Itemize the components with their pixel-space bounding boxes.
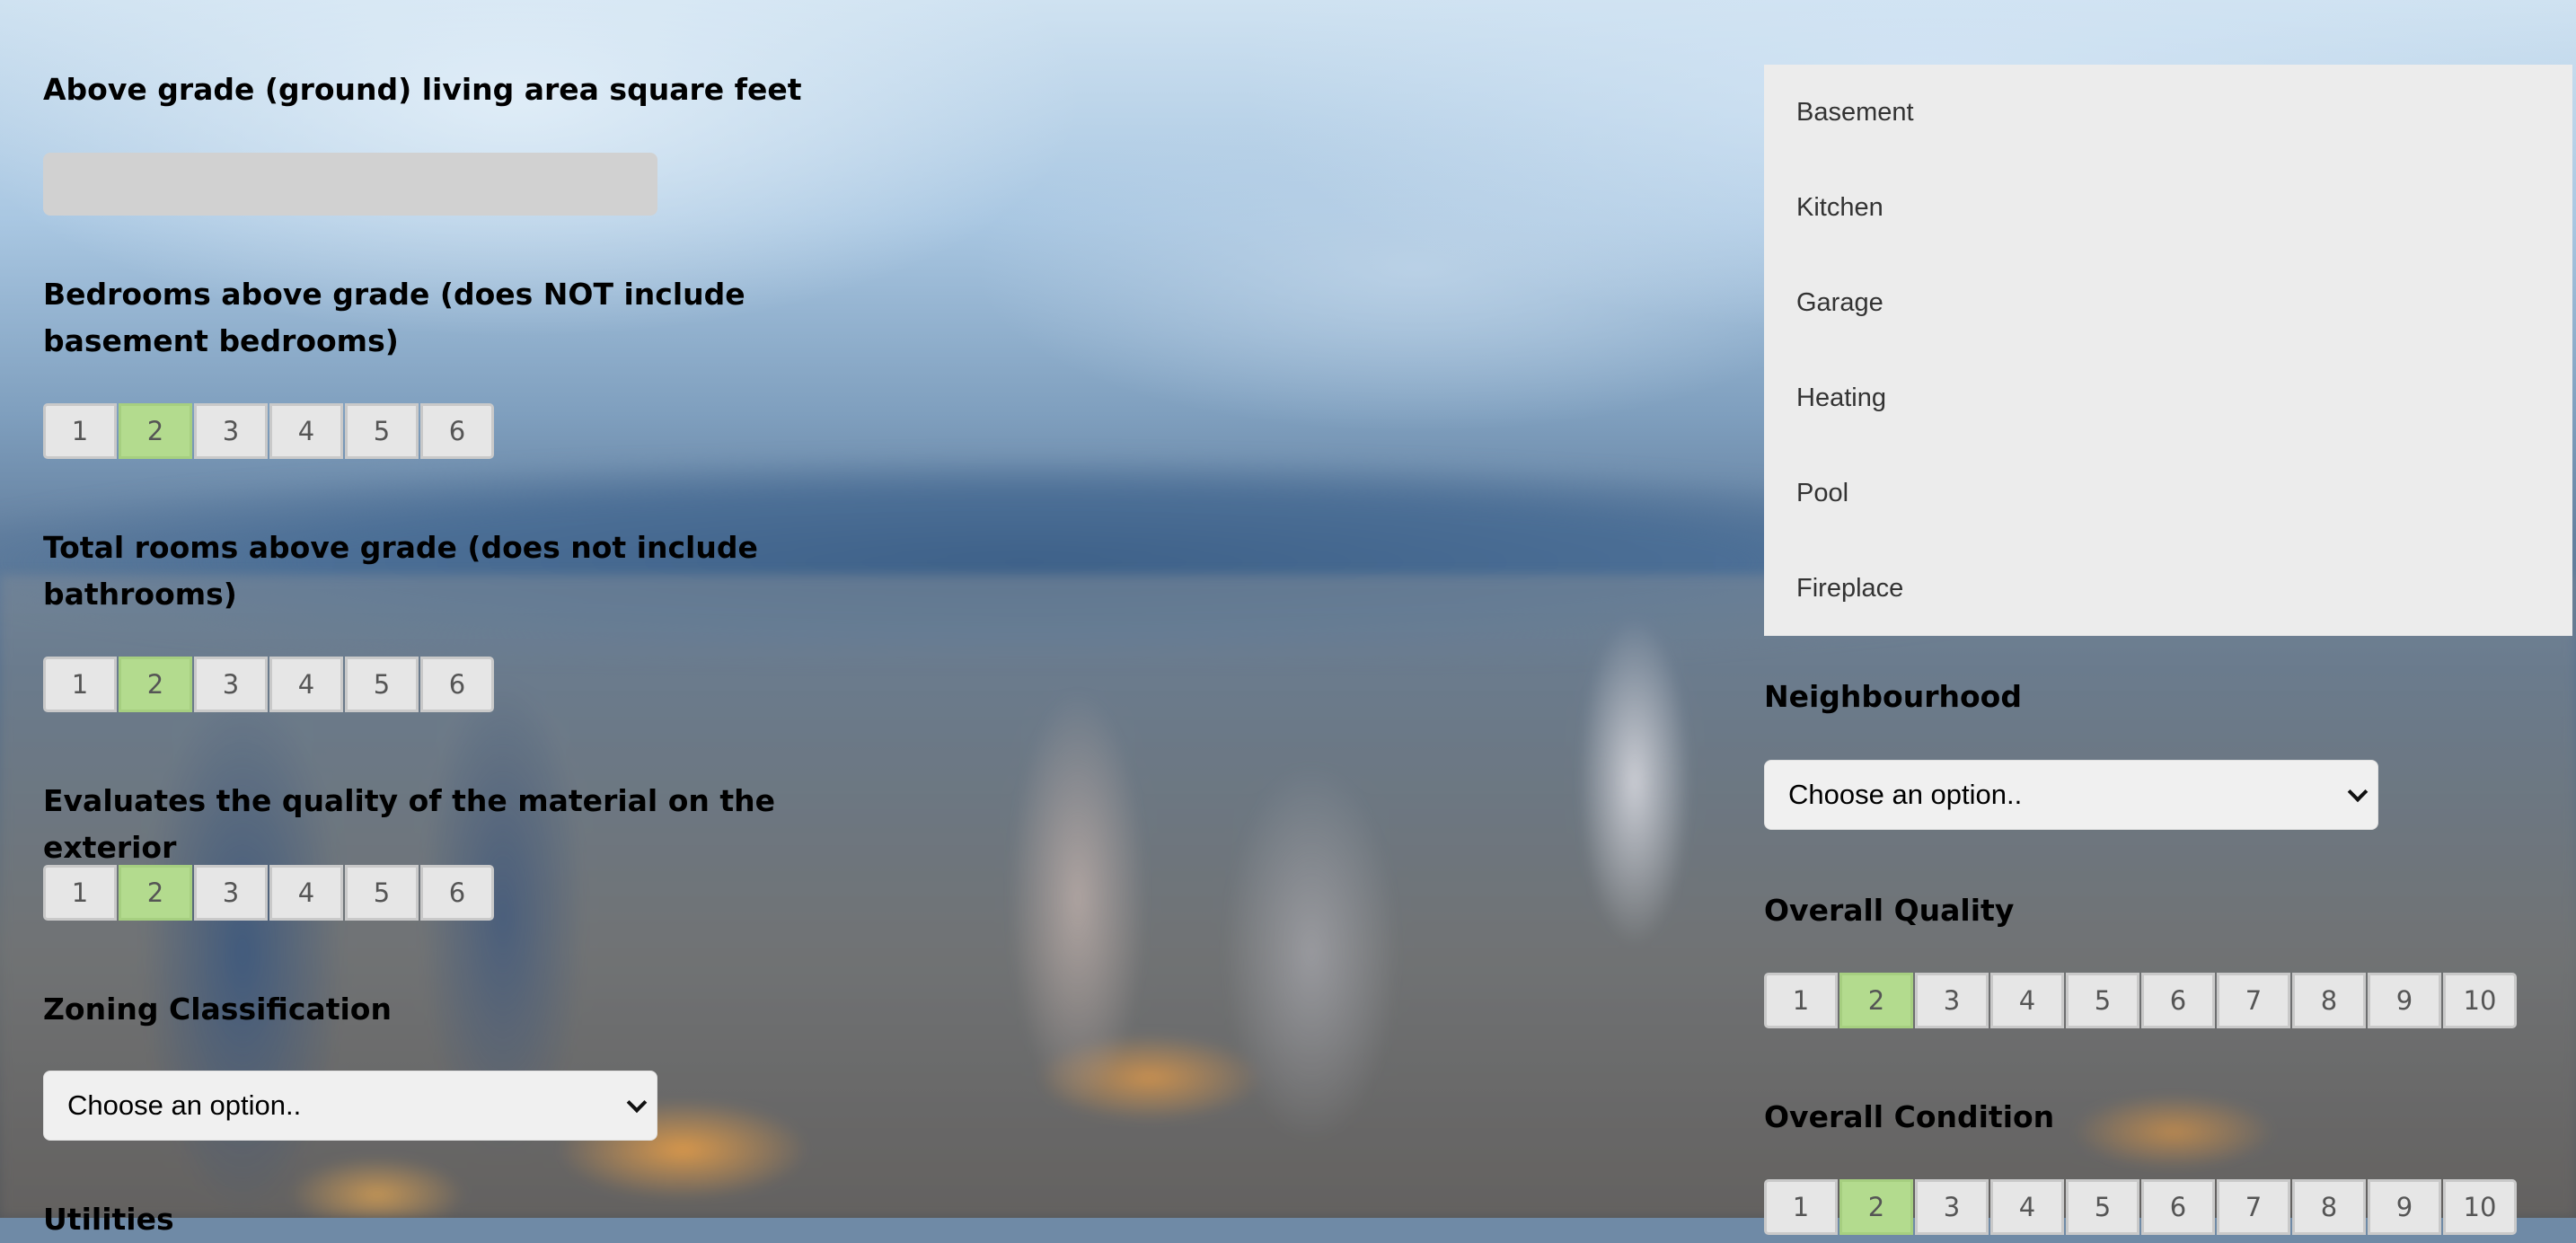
option-button-4[interactable]: 4 <box>269 657 343 712</box>
option-button-10[interactable]: 10 <box>2443 973 2517 1028</box>
option-button-2[interactable]: 2 <box>1839 1179 1913 1235</box>
option-button-5[interactable]: 5 <box>345 657 419 712</box>
option-button-3[interactable]: 3 <box>194 865 268 921</box>
menu-item-pool[interactable]: Pool <box>1764 445 2572 541</box>
utilities-label: Utilities <box>43 1202 174 1237</box>
option-button-6[interactable]: 6 <box>2141 1179 2215 1235</box>
dropdown-menu: Basement Kitchen Garage Heating Pool Fir… <box>1764 65 2572 636</box>
option-button-2[interactable]: 2 <box>119 865 192 921</box>
option-button-1[interactable]: 1 <box>1764 973 1838 1028</box>
option-button-4[interactable]: 4 <box>1990 1179 2064 1235</box>
option-button-8[interactable]: 8 <box>2292 1179 2366 1235</box>
option-button-4[interactable]: 4 <box>269 865 343 921</box>
neighbourhood-select[interactable]: Choose an option.. <box>1764 760 2378 830</box>
option-button-5[interactable]: 5 <box>345 403 419 459</box>
option-button-3[interactable]: 3 <box>1915 1179 1989 1235</box>
option-button-6[interactable]: 6 <box>420 657 494 712</box>
bedrooms-selector: 123456 <box>43 403 494 459</box>
option-button-8[interactable]: 8 <box>2292 973 2366 1028</box>
neighbourhood-label: Neighbourhood <box>1764 679 2022 714</box>
chevron-down-icon <box>2347 781 2369 803</box>
zoning-select[interactable]: Choose an option.. <box>43 1071 657 1141</box>
bedrooms-label: Bedrooms above grade (does NOT include b… <box>43 277 745 358</box>
option-button-3[interactable]: 3 <box>194 657 268 712</box>
option-button-6[interactable]: 6 <box>420 865 494 921</box>
chevron-down-icon <box>626 1092 648 1114</box>
zoning-select-value: Choose an option.. <box>67 1089 302 1121</box>
option-button-7[interactable]: 7 <box>2217 1179 2290 1235</box>
overall-quality-label: Overall Quality <box>1764 893 2015 928</box>
option-button-9[interactable]: 9 <box>2368 973 2441 1028</box>
option-button-1[interactable]: 1 <box>43 403 117 459</box>
total-rooms-label: Total rooms above grade (does not includ… <box>43 530 758 612</box>
option-button-7[interactable]: 7 <box>2217 973 2290 1028</box>
option-button-2[interactable]: 2 <box>1839 973 1913 1028</box>
option-button-4[interactable]: 4 <box>1990 973 2064 1028</box>
option-button-1[interactable]: 1 <box>43 657 117 712</box>
living-area-input[interactable] <box>43 153 657 216</box>
option-button-6[interactable]: 6 <box>2141 973 2215 1028</box>
option-button-3[interactable]: 3 <box>1915 973 1989 1028</box>
option-button-2[interactable]: 2 <box>119 657 192 712</box>
option-button-10[interactable]: 10 <box>2443 1179 2517 1235</box>
option-button-3[interactable]: 3 <box>194 403 268 459</box>
option-button-5[interactable]: 5 <box>2066 1179 2139 1235</box>
exterior-quality-label: Evaluates the quality of the material on… <box>43 783 776 865</box>
menu-item-fireplace[interactable]: Fireplace <box>1764 541 2572 636</box>
option-button-6[interactable]: 6 <box>420 403 494 459</box>
menu-item-heating[interactable]: Heating <box>1764 350 2572 445</box>
option-button-4[interactable]: 4 <box>269 403 343 459</box>
overall-condition-label: Overall Condition <box>1764 1099 2055 1134</box>
total-rooms-selector: 123456 <box>43 657 494 712</box>
menu-item-basement[interactable]: Basement <box>1764 65 2572 160</box>
option-button-1[interactable]: 1 <box>1764 1179 1838 1235</box>
option-button-5[interactable]: 5 <box>2066 973 2139 1028</box>
option-button-1[interactable]: 1 <box>43 865 117 921</box>
menu-item-garage[interactable]: Garage <box>1764 255 2572 350</box>
living-area-label: Above grade (ground) living area square … <box>43 72 802 107</box>
menu-item-kitchen[interactable]: Kitchen <box>1764 160 2572 255</box>
option-button-5[interactable]: 5 <box>345 865 419 921</box>
exterior-quality-selector: 123456 <box>43 865 494 921</box>
zoning-label: Zoning Classification <box>43 992 392 1027</box>
overall-condition-selector: 1 2 3 4 5 6 7 8 9 10 <box>1764 1179 2517 1235</box>
option-button-9[interactable]: 9 <box>2368 1179 2441 1235</box>
neighbourhood-select-value: Choose an option.. <box>1788 779 2023 810</box>
overall-quality-selector: 1 2 3 4 5 6 7 8 9 10 <box>1764 973 2517 1028</box>
option-button-2[interactable]: 2 <box>119 403 192 459</box>
